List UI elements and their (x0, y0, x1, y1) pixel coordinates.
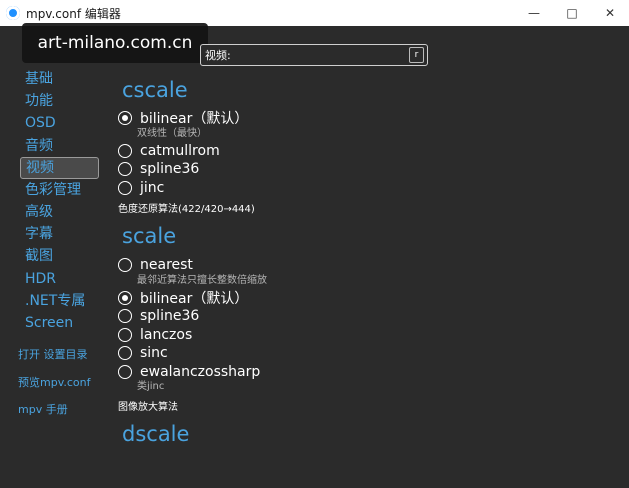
radio-icon[interactable] (118, 364, 132, 379)
radio-option[interactable]: jinc (118, 179, 618, 198)
section-title-dscale: dscale (122, 422, 190, 446)
radio-option[interactable]: sinc (118, 344, 618, 363)
section-title-scale: scale (122, 224, 177, 248)
option-label: spline36 (140, 308, 200, 325)
option-label: jinc (140, 179, 165, 196)
search-button[interactable]: r (409, 47, 424, 63)
option-label: bilinear（默认） (140, 290, 249, 307)
search-input[interactable] (205, 47, 405, 63)
option-label: ewalanczossharp (140, 363, 261, 380)
radio-icon[interactable] (118, 180, 132, 195)
sidebar-item-dotnet[interactable]: .NET专属 (18, 290, 104, 312)
open-settings-dir-link[interactable]: 打开 设置目录 (18, 346, 90, 374)
radio-option[interactable]: bilinear（默认） (118, 109, 618, 128)
radio-option[interactable]: catmullrom (118, 142, 618, 161)
radio-icon[interactable] (118, 327, 132, 342)
radio-option[interactable]: nearest (118, 256, 618, 275)
radio-icon[interactable] (118, 258, 132, 273)
radio-option[interactable]: spline36 (118, 160, 618, 179)
search-box: r (200, 44, 428, 66)
radio-checked-icon[interactable] (118, 111, 132, 126)
radio-icon[interactable] (118, 162, 132, 177)
sidebar-item-color-management[interactable]: 色彩管理 (18, 179, 104, 201)
radio-icon[interactable] (118, 143, 132, 158)
option-label: bilinear（默认） (140, 111, 249, 128)
window-title: mpv.conf 编辑器 (26, 6, 121, 21)
sidebar-item-video[interactable]: 视频 (20, 156, 99, 179)
section-note: 图像放大算法 (118, 402, 178, 413)
sidebar-item-basic[interactable]: 基础 (18, 68, 104, 90)
section-title-cscale: cscale (122, 78, 188, 102)
window-controls: — □ ✕ (515, 0, 629, 26)
option-label: catmullrom (140, 142, 220, 159)
option-label: sinc (140, 345, 168, 362)
radio-option[interactable]: ewalanczossharp (118, 363, 618, 382)
option-description: 最邻近算法只擅长整数倍缩放 (137, 274, 267, 286)
option-description: 类jinc (137, 381, 165, 392)
settings-content: cscale bilinear（默认） 双线性（最快） catmullrom s… (118, 74, 618, 450)
sidebar: 基础 功能 OSD 音频 视频 色彩管理 高级 字幕 截图 HDR .NET专属… (18, 68, 104, 334)
option-label: nearest (140, 257, 193, 274)
sidebar-links: 打开 设置目录 预览mpv.conf mpv 手册 (18, 346, 90, 429)
sidebar-item-features[interactable]: 功能 (18, 90, 104, 112)
sidebar-item-hdr[interactable]: HDR (18, 268, 104, 290)
option-label: lanczos (140, 326, 193, 343)
sidebar-item-screenshot[interactable]: 截图 (18, 245, 104, 267)
sidebar-item-audio[interactable]: 音频 (18, 135, 104, 157)
radio-checked-icon[interactable] (118, 290, 132, 305)
option-description: 双线性（最快） (137, 127, 207, 139)
radio-option[interactable]: spline36 (118, 307, 618, 326)
radio-option[interactable]: bilinear（默认） (118, 289, 618, 308)
maximize-button[interactable]: □ (553, 0, 591, 26)
preview-conf-link[interactable]: 预览mpv.conf (18, 374, 90, 402)
app-icon (6, 6, 20, 20)
radio-option[interactable]: lanczos (118, 326, 618, 345)
minimize-button[interactable]: — (515, 0, 553, 26)
section-note: 色度还原算法(422/420→444) (118, 204, 255, 215)
watermark-overlay: art-milano.com.cn (22, 23, 208, 63)
option-label: spline36 (140, 161, 200, 178)
sidebar-item-screen[interactable]: Screen (18, 312, 104, 334)
sidebar-item-advanced[interactable]: 高级 (18, 201, 104, 223)
sidebar-item-subtitles[interactable]: 字幕 (18, 223, 104, 245)
close-button[interactable]: ✕ (591, 0, 629, 26)
sidebar-item-osd[interactable]: OSD (18, 112, 104, 134)
mpv-manual-link[interactable]: mpv 手册 (18, 401, 90, 429)
radio-icon[interactable] (118, 309, 132, 324)
radio-icon[interactable] (118, 346, 132, 361)
